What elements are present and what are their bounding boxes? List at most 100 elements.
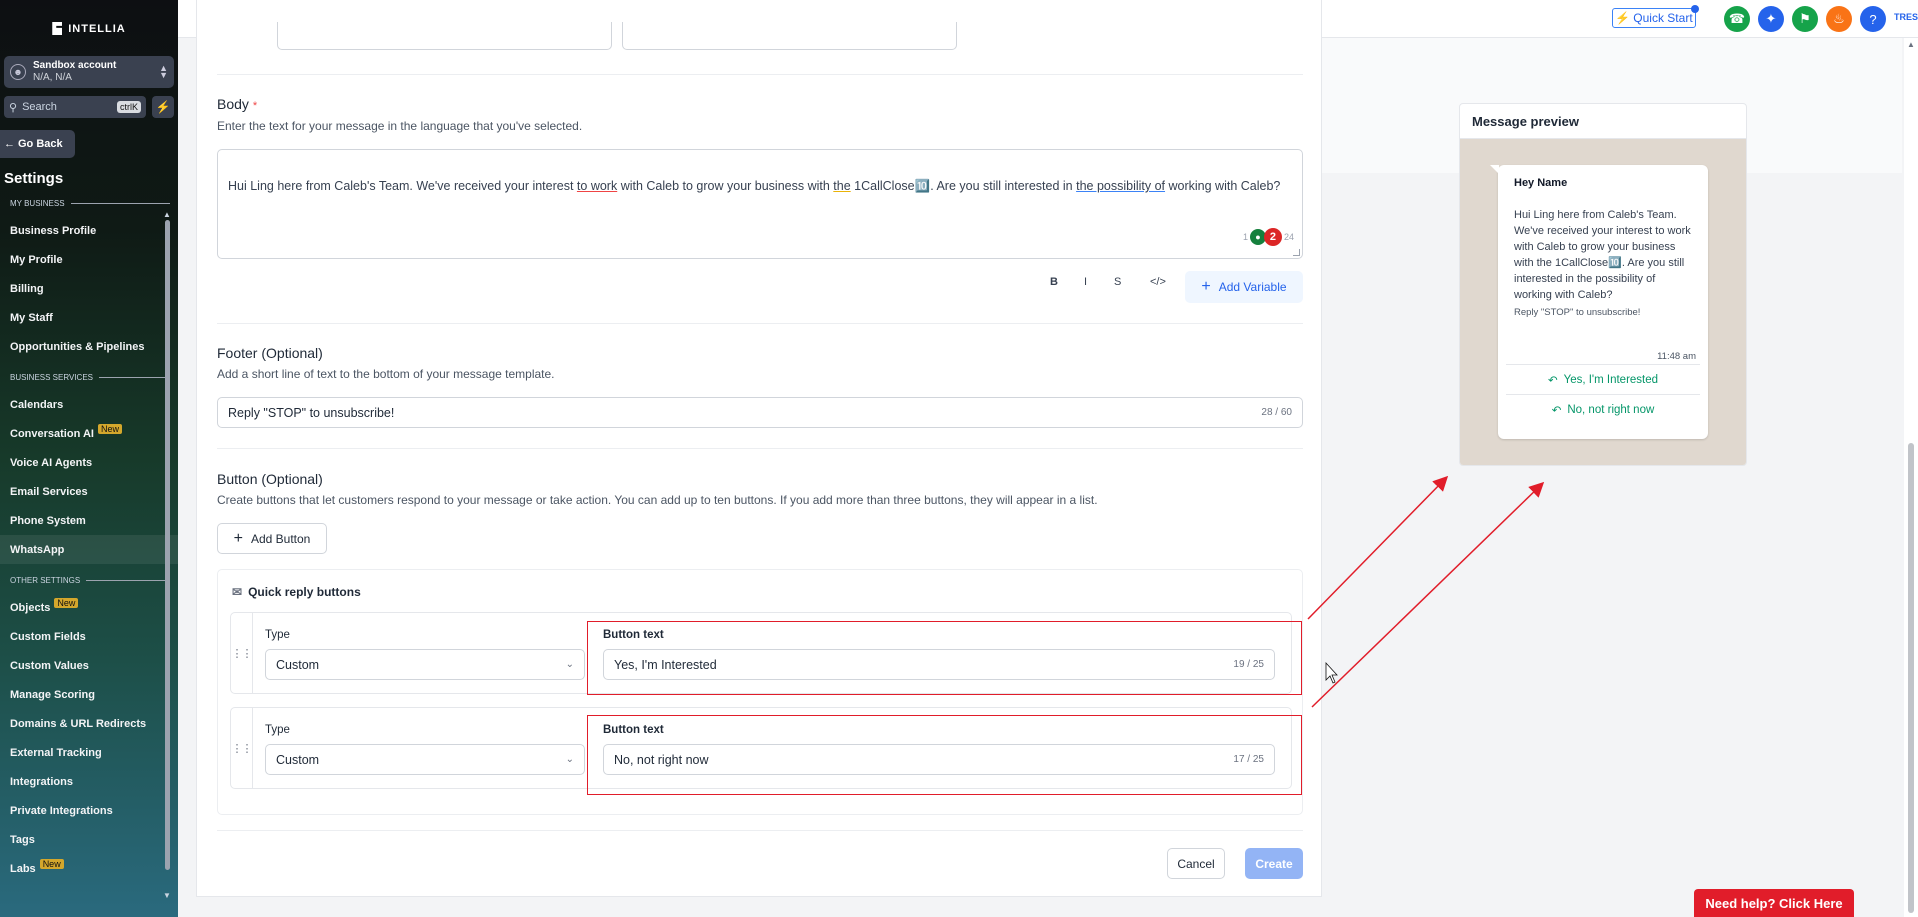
sidebar-item-calendars[interactable]: Calendars [0,390,178,419]
chevron-down-icon: ⌄ [565,754,574,765]
settings-title: Settings [4,170,64,187]
sidebar-item-custom-values[interactable]: Custom Values [0,651,178,680]
arrow-left-icon: ← [4,138,15,150]
grammarly-widget[interactable]: 1 ● 2 24 [1243,228,1294,246]
button-section-label: Button (Optional) [217,471,323,487]
sidebar-item-my-staff[interactable]: My Staff [0,303,178,332]
search-shortcut: ctrlK [117,101,141,113]
message-preview-card: Message preview Hey Name Hui Ling here f… [1459,103,1747,466]
search-placeholder: Search [22,101,57,113]
divider [217,74,1303,75]
strikethrough-button[interactable]: S [1114,276,1121,288]
sidebar-item-manage-scoring[interactable]: Manage Scoring [0,680,178,709]
italic-button[interactable]: I [1084,276,1087,288]
scroll-down-icon[interactable]: ▼ [163,891,171,900]
announcements-button[interactable]: ⚑ [1792,6,1818,32]
magic-wand-icon: ✦ [1765,11,1777,26]
drag-handle-icon[interactable]: ⋮⋮ [231,708,253,788]
type-select[interactable]: Custom ⌄ [265,649,585,680]
account-location: N/A, N/A [33,72,72,83]
preview-title: Message preview [1460,104,1746,139]
language-select[interactable] [277,22,612,50]
sidebar-item-labs[interactable]: Labs New [0,854,178,883]
chevron-down-icon: ⌄ [565,659,574,670]
bolt-icon: ⚡ [155,100,171,114]
button-section-hint: Create buttons that let customers respon… [217,493,1098,507]
sidebar-item-whatsapp[interactable]: WhatsApp [0,535,178,564]
bold-button[interactable]: B [1050,276,1058,288]
brand-logo-icon [52,22,63,35]
cancel-button[interactable]: Cancel [1167,848,1225,879]
sidebar-item-billing[interactable]: Billing [0,274,178,303]
sidebar-item-business-profile[interactable]: Business Profile [0,216,178,245]
plus-icon: + [1201,278,1211,295]
user-menu[interactable]: TRES [1894,12,1918,22]
code-button[interactable]: </> [1150,276,1166,288]
quick-start-button[interactable]: ⚡ Quick Start [1612,5,1699,28]
scroll-up-icon[interactable]: ▲ [1907,40,1915,49]
body-char-count-left: 1 [1242,232,1248,242]
resize-handle[interactable] [1293,249,1300,256]
sidebar: INTELLIA ☻ Sandbox account N/A, N/A ▲ ▼ ⚲… [0,0,178,917]
sidebar-item-domains[interactable]: Domains & URL Redirects [0,709,178,738]
sidebar-item-objects[interactable]: Objects New [0,593,178,622]
help-button[interactable]: ? [1860,6,1886,32]
add-button-button[interactable]: + Add Button [217,523,327,554]
body-label: Body * [217,96,258,112]
section-other-settings: OTHER SETTINGS [10,576,170,585]
go-back-button[interactable]: ← Go Back [0,130,75,158]
plus-icon: + [233,529,243,547]
sidebar-item-tags[interactable]: Tags [0,825,178,854]
sidebar-item-opportunities[interactable]: Opportunities & Pipelines [0,332,178,361]
create-button[interactable]: Create [1245,848,1303,879]
phone-button[interactable]: ☎ [1724,6,1750,32]
drag-handle-icon[interactable]: ⋮⋮ [231,613,253,693]
sidebar-search[interactable]: ⚲ Search ctrlK [4,96,146,118]
sidebar-item-external-tracking[interactable]: External Tracking [0,738,178,767]
preview-reply-button: ↶ No, not right now [1506,394,1700,424]
footer-hint: Add a short line of text to the bottom o… [217,367,555,381]
footer-counter: 28 / 60 [1261,407,1292,418]
new-badge: New [97,423,122,434]
reply-arrow-icon: ↶ [1551,404,1562,417]
account-name: Sandbox account [33,60,117,71]
notifications-button[interactable]: ♨ [1826,6,1852,32]
bolt-icon: ⚡ [1615,11,1631,25]
quick-start-label: Quick Start [1633,11,1693,25]
scroll-up-icon[interactable]: ▲ [163,210,171,219]
sidebar-scroll-thumb[interactable] [165,220,170,870]
sidebar-item-conversation-ai[interactable]: Conversation AI New [0,419,178,448]
category-field[interactable] [622,22,957,50]
quick-action-button[interactable]: ⚡ [152,96,174,118]
preview-body: Hui Ling here from Caleb's Team. We've r… [1514,209,1691,301]
add-variable-button[interactable]: + Add Variable [1185,271,1303,303]
grammarly-count: 2 [1263,228,1282,246]
notification-dot [1691,5,1699,13]
need-help-button[interactable]: Need help? Click Here [1694,889,1854,917]
sidebar-item-integrations[interactable]: Integrations [0,767,178,796]
sidebar-item-my-profile[interactable]: My Profile [0,245,178,274]
sidebar-item-voice-ai[interactable]: Voice AI Agents [0,448,178,477]
body-textarea[interactable]: Hui Ling here from Caleb's Team. We've r… [217,149,1303,259]
sidebar-item-custom-fields[interactable]: Custom Fields [0,622,178,651]
main-scroll-thumb[interactable] [1908,443,1914,913]
footer-input[interactable]: Reply "STOP" to unsubscribe! 28 / 60 [217,397,1303,428]
sidebar-scrollbar[interactable]: ▲ ▼ [162,210,172,900]
brand-logo[interactable]: INTELLIA [0,0,178,40]
magic-button[interactable]: ✦ [1758,6,1784,32]
phone-icon: ☎ [1728,11,1746,26]
bell-icon: ♨ [1833,11,1845,26]
body-char-count-right: 24 [1283,232,1294,242]
chevron-updown-icon: ▲ ▼ [159,63,168,80]
type-select[interactable]: Custom ⌄ [265,744,585,775]
preview-time: 11:48 am [1657,351,1696,362]
account-switcher[interactable]: ☻ Sandbox account N/A, N/A ▲ ▼ [4,56,174,88]
sidebar-item-phone-system[interactable]: Phone System [0,506,178,535]
question-icon: ? [1869,11,1877,27]
annotation-arrow [1311,481,1545,708]
type-label: Type [265,724,290,736]
sidebar-item-private-integrations[interactable]: Private Integrations [0,796,178,825]
main-scrollbar[interactable]: ▲ [1904,38,1918,917]
sidebar-item-email-services[interactable]: Email Services [0,477,178,506]
quick-reply-title: ✉ Quick reply buttons [232,585,361,599]
